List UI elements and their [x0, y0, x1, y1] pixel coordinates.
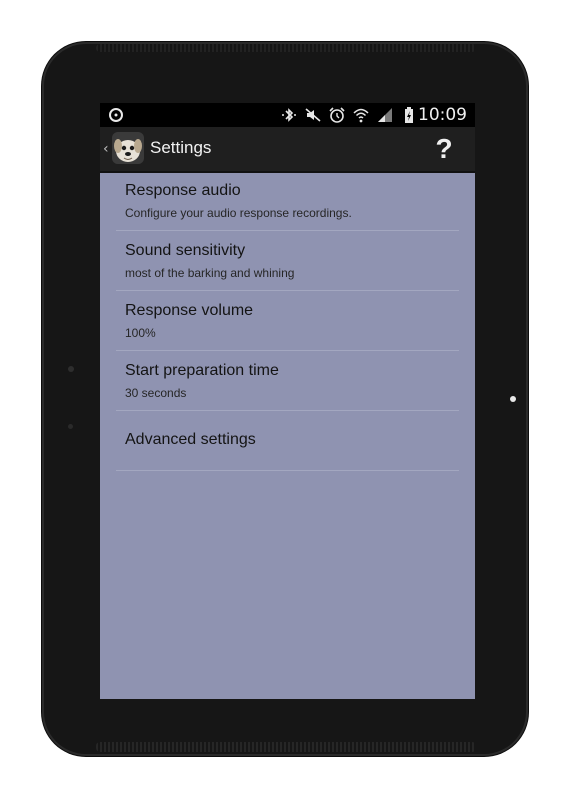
settings-list: Response audio Configure your audio resp… [116, 171, 459, 471]
front-sensor [68, 424, 73, 429]
page-title: Settings [150, 138, 212, 157]
circle-o-icon [109, 108, 123, 122]
status-clock: 10:09 [418, 105, 467, 125]
settings-item-subtitle: 100% [125, 326, 156, 340]
top-speaker-grille [96, 44, 476, 52]
settings-item-subtitle: 30 seconds [125, 386, 187, 400]
mute-icon [304, 106, 322, 124]
settings-item-subtitle: most of the barking and whining [125, 266, 295, 280]
up-caret-icon[interactable]: ‹ [103, 142, 109, 156]
settings-item-subtitle: Configure your audio response recordings… [125, 206, 352, 220]
settings-item-sound-sensitivity[interactable]: Sound sensitivity most of the barking an… [116, 231, 459, 291]
device-screen: 10:09 ‹ Settings ? Response audio Config… [100, 103, 475, 699]
status-bar: 10:09 [100, 103, 475, 127]
app-logo-dog-icon[interactable] [112, 132, 144, 164]
front-sensor [68, 366, 74, 372]
settings-item-title: Sound sensitivity [125, 242, 246, 259]
settings-item-title: Advanced settings [125, 431, 256, 448]
alarm-icon [328, 106, 346, 124]
settings-item-title: Response audio [125, 182, 241, 199]
settings-item-advanced-settings[interactable]: Advanced settings [116, 411, 459, 471]
signal-icon [376, 106, 394, 124]
bluetooth-icon [280, 106, 298, 124]
help-button[interactable]: ? [429, 132, 459, 166]
settings-item-response-audio[interactable]: Response audio Configure your audio resp… [116, 171, 459, 231]
front-camera [510, 396, 516, 402]
settings-item-response-volume[interactable]: Response volume 100% [116, 291, 459, 351]
action-bar: ‹ Settings ? [100, 127, 475, 173]
wifi-icon [352, 106, 370, 124]
settings-item-title: Response volume [125, 302, 254, 319]
battery-icon [400, 106, 418, 124]
settings-item-title: Start preparation time [125, 362, 279, 379]
settings-item-start-preparation-time[interactable]: Start preparation time 30 seconds [116, 351, 459, 411]
bottom-speaker-grille [96, 742, 476, 752]
